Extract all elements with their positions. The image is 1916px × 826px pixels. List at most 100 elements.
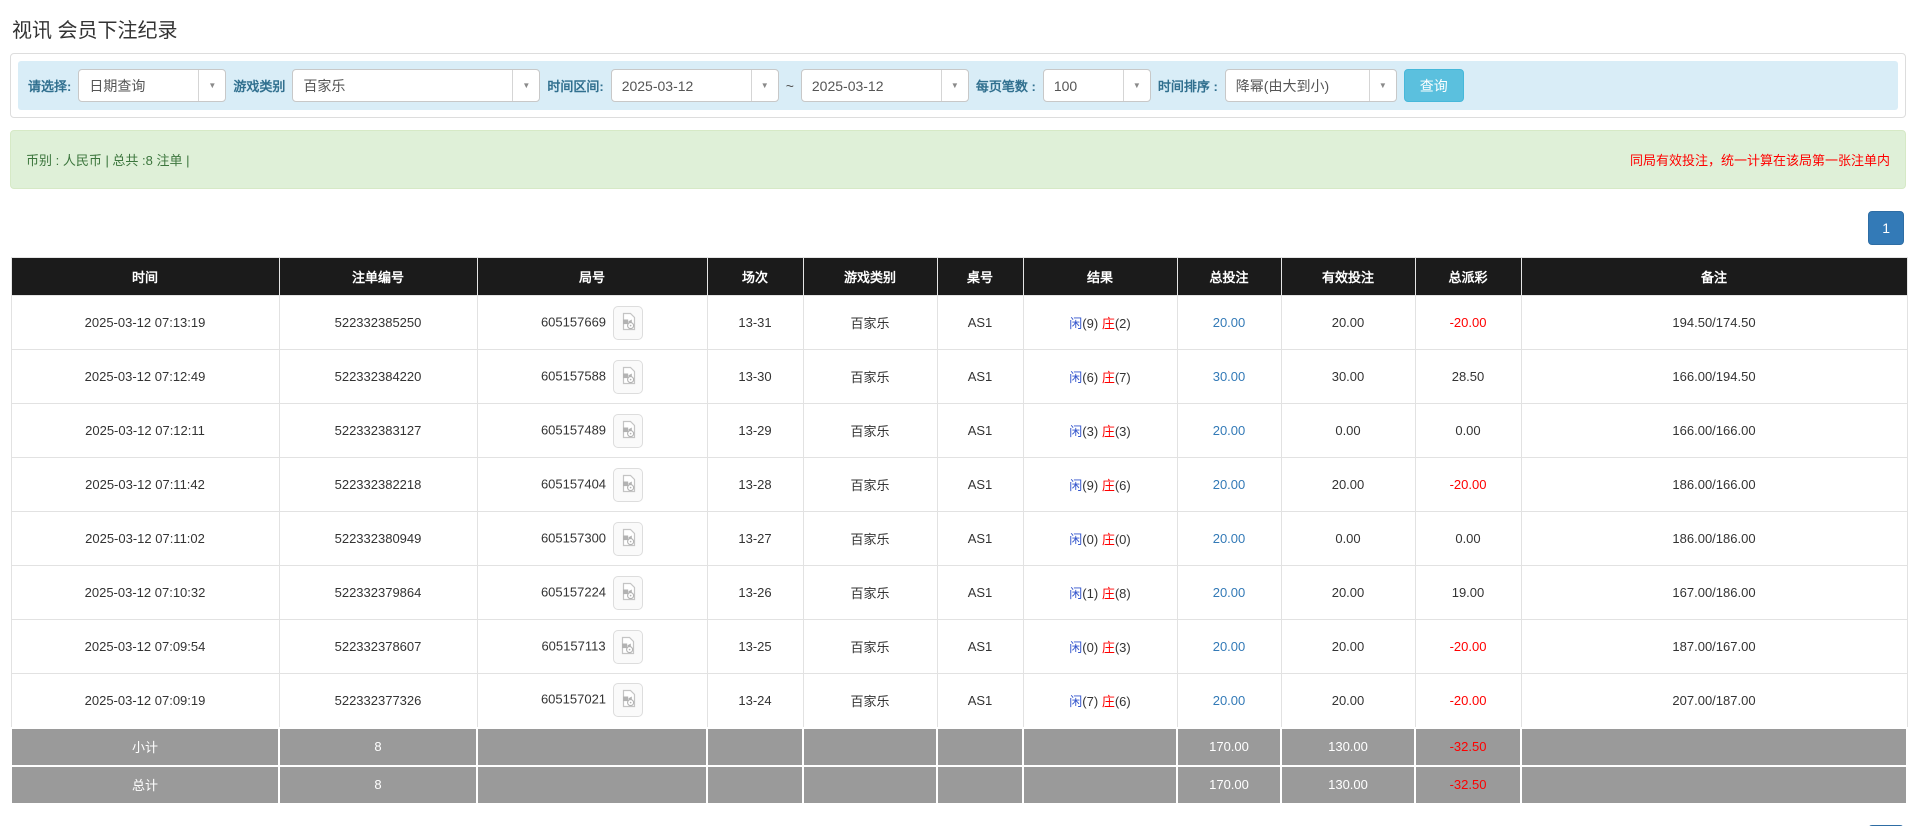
payout-cell: 0.00 <box>1414 403 1522 458</box>
total-bet-link[interactable]: 20.00 <box>1213 693 1246 708</box>
video-replay-button[interactable] <box>613 683 644 718</box>
total-bet-link[interactable]: 20.00 <box>1213 639 1246 654</box>
table-no-cell: AS1 <box>936 403 1024 458</box>
query-type-value: 日期查询 <box>89 77 146 94</box>
bet-id-cell: 522332379864 <box>278 565 478 620</box>
bet-id-cell: 522332385250 <box>278 295 478 350</box>
video-replay-button[interactable] <box>612 629 643 664</box>
col-header-valid-bet: 有效投注 <box>1280 257 1416 296</box>
result-cell: 闲(9) 庄(2) <box>1022 295 1178 350</box>
table-header-row: 时间 注单编号 局号 场次 游戏类别 桌号 结果 总投注 有效投注 总派彩 备注 <box>10 257 1908 296</box>
page-1-button[interactable]: 1 <box>1868 211 1904 245</box>
bet-id-cell: 522332384220 <box>278 349 478 404</box>
total-bet-link[interactable]: 20.00 <box>1213 423 1246 438</box>
game-type-label: 游戏类别 <box>233 79 286 94</box>
total-bet-cell: 20.00 <box>1176 457 1282 512</box>
time-cell: 2025-03-12 07:13:19 <box>10 295 280 350</box>
filter-bar: 请选择: 日期查询 ▼ 游戏类别 百家乐 ▼ 时间区间: 2025-03-12 … <box>18 61 1898 110</box>
table-row: 2025-03-12 07:11:42 522332382218 6051574… <box>10 457 1908 512</box>
game-type-cell: 百家乐 <box>802 511 938 566</box>
game-type-cell: 百家乐 <box>802 565 938 620</box>
table-no-cell: AS1 <box>936 619 1024 674</box>
time-sort-select[interactable]: 降幂(由大到小) ▼ <box>1224 69 1397 102</box>
total-bet-link[interactable]: 20.00 <box>1213 531 1246 546</box>
payout-cell: 0.00 <box>1414 511 1522 566</box>
video-icon <box>620 366 637 388</box>
total-count: 8 <box>278 764 478 805</box>
result-player-score: (9) <box>1082 478 1099 493</box>
table-no-cell: AS1 <box>936 511 1024 566</box>
search-button[interactable]: 查询 <box>1403 69 1464 102</box>
video-replay-button[interactable] <box>613 305 644 340</box>
session-cell: 13-24 <box>706 673 804 728</box>
time-range-label: 时间区间: <box>547 79 604 94</box>
remark-cell: 167.00/186.00 <box>1520 565 1908 620</box>
total-bet-link[interactable]: 20.00 <box>1213 315 1246 330</box>
payout-cell: 19.00 <box>1414 565 1522 620</box>
col-header-result: 结果 <box>1022 257 1178 296</box>
valid-bet-cell: 0.00 <box>1280 403 1416 458</box>
page-title: 视讯 会员下注纪录 <box>12 20 178 42</box>
query-type-select[interactable]: 日期查询 ▼ <box>78 69 227 102</box>
time-cell: 2025-03-12 07:11:42 <box>10 457 280 512</box>
subtotal-count: 8 <box>278 726 478 767</box>
date-from-value: 2025-03-12 <box>621 77 694 94</box>
video-icon <box>620 420 637 442</box>
col-header-round-id: 局号 <box>476 257 708 296</box>
total-total-bet: 170.00 <box>1176 764 1282 805</box>
game-type-select[interactable]: 百家乐 ▼ <box>292 69 541 102</box>
table-row: 2025-03-12 07:10:32 522332379864 6051572… <box>10 565 1908 620</box>
table-row: 2025-03-12 07:12:49 522332384220 6051575… <box>10 349 1908 404</box>
round-id-value: 605157588 <box>540 367 607 383</box>
video-replay-button[interactable] <box>613 413 644 448</box>
result-banker-score: (2) <box>1114 316 1131 331</box>
video-replay-button[interactable] <box>613 521 644 556</box>
session-cell: 13-29 <box>706 403 804 458</box>
session-cell: 13-28 <box>706 457 804 512</box>
result-player-label: 闲 <box>1069 693 1083 709</box>
video-replay-button[interactable] <box>613 359 644 394</box>
col-header-remark: 备注 <box>1520 257 1908 296</box>
session-cell: 13-31 <box>706 295 804 350</box>
result-cell: 闲(0) 庄(0) <box>1022 511 1178 566</box>
time-cell: 2025-03-12 07:12:49 <box>10 349 280 404</box>
round-id-value: 605157404 <box>540 475 607 491</box>
total-bet-link[interactable]: 20.00 <box>1213 477 1246 492</box>
date-from-select[interactable]: 2025-03-12 ▼ <box>610 69 779 102</box>
remark-cell: 186.00/186.00 <box>1520 511 1908 566</box>
table-no-cell: AS1 <box>936 673 1024 728</box>
video-replay-button[interactable] <box>613 467 644 502</box>
subtotal-valid-bet: 130.00 <box>1280 726 1416 767</box>
payout-cell: -20.00 <box>1414 673 1522 728</box>
result-banker-label: 庄 <box>1101 370 1115 385</box>
subtotal-label: 小计 <box>10 726 280 767</box>
total-bet-cell: 20.00 <box>1176 511 1282 566</box>
result-banker-label: 庄 <box>1101 693 1115 709</box>
total-bet-link[interactable]: 30.00 <box>1213 369 1246 384</box>
result-banker-label: 庄 <box>1101 586 1115 601</box>
round-id-value: 605157489 <box>540 421 607 437</box>
table-row: 2025-03-12 07:09:54 522332378607 6051571… <box>10 619 1908 674</box>
bet-id-cell: 522332383127 <box>278 403 478 458</box>
caret-down-icon: ▼ <box>940 70 968 101</box>
result-cell: 闲(0) 庄(3) <box>1022 619 1178 674</box>
total-bet-cell: 20.00 <box>1176 295 1282 350</box>
round-id-cell: 605157300 <box>476 511 708 566</box>
remark-cell: 166.00/166.00 <box>1520 403 1908 458</box>
video-icon <box>620 582 637 604</box>
game-type-cell: 百家乐 <box>802 403 938 458</box>
table-no-cell: AS1 <box>936 295 1024 350</box>
total-bet-link[interactable]: 20.00 <box>1213 585 1246 600</box>
date-to-select[interactable]: 2025-03-12 ▼ <box>800 69 969 102</box>
result-cell: 闲(1) 庄(8) <box>1022 565 1178 620</box>
result-player-score: (9) <box>1082 316 1099 331</box>
video-replay-button[interactable] <box>613 575 644 610</box>
time-cell: 2025-03-12 07:10:32 <box>10 565 280 620</box>
pagination-top: 1 <box>12 211 1904 245</box>
page-size-value: 100 <box>1053 77 1078 94</box>
page-size-select[interactable]: 100 ▼ <box>1042 69 1151 102</box>
result-banker-label: 庄 <box>1101 532 1115 547</box>
round-id-cell: 605157669 <box>476 295 708 350</box>
valid-bet-cell: 20.00 <box>1280 619 1416 674</box>
payout-cell: -20.00 <box>1414 619 1522 674</box>
